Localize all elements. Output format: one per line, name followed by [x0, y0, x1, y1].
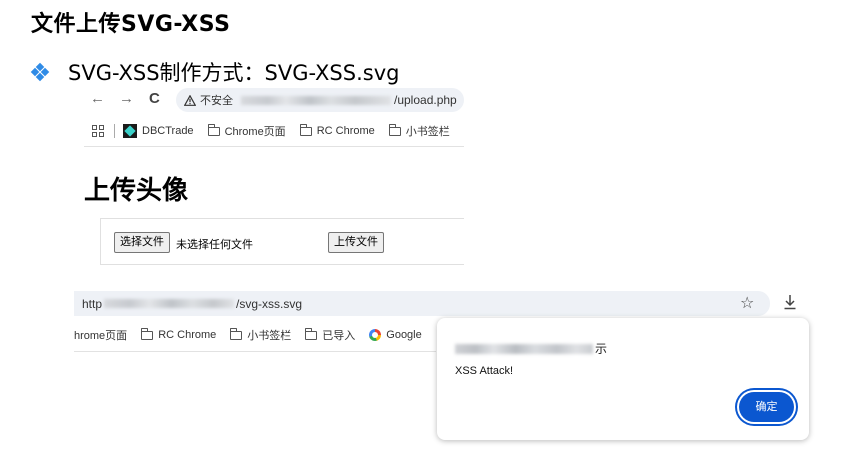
bookmark-dbctrade[interactable]: DBCTrade [123, 124, 194, 138]
reload-icon[interactable]: C [149, 90, 160, 107]
folder-icon [141, 327, 154, 340]
folder-icon [305, 327, 318, 340]
bookmark-label: RC Chrome [316, 125, 375, 137]
google-icon [369, 329, 382, 341]
download-icon[interactable] [783, 294, 797, 310]
bookmarks-bar: DBCTrade Chrome页面 RC Chrome 小书签栏 [84, 120, 464, 142]
not-secure-label: 不安全 [200, 95, 233, 107]
choose-file-button[interactable]: 选择文件 [114, 232, 170, 253]
bookmark-bookmarklets[interactable]: 小书签栏 [230, 327, 291, 343]
folder-icon [230, 327, 243, 340]
alert-dialog: 示 XSS Attack! 确定 [437, 318, 809, 440]
toolbar-divider [84, 146, 464, 147]
bookmark-imported[interactable]: 已导入 [305, 327, 355, 343]
upload-file-button[interactable]: 上传文件 [328, 232, 384, 253]
dbctrade-logo-icon [123, 124, 137, 138]
bookmark-label: Chrome页面 [224, 126, 286, 138]
bullet-row: SVG-XSS制作方式：SVG-XSS.svg [30, 57, 400, 87]
url-tail: /svg-xss.svg [236, 296, 303, 311]
bookmark-rc-chrome[interactable]: RC Chrome [299, 123, 375, 137]
bookmark-label: Google [386, 329, 422, 341]
bookmark-rc-chrome[interactable]: RC Chrome [141, 327, 217, 341]
bookmarks-bar-2: hrome页面 RC Chrome 小书签栏 已导入 Google [74, 326, 436, 344]
slide-title: 文件上传SVG-XSS [31, 12, 231, 37]
bookmark-chrome-pages[interactable]: Chrome页面 [207, 123, 286, 139]
folder-icon [299, 123, 312, 136]
bookmark-label: 已导入 [322, 330, 356, 342]
address-bar[interactable]: 不安全 /upload.php [176, 88, 464, 112]
redacted-url-segment [241, 95, 391, 105]
bookmark-label: hrome页面 [74, 330, 128, 342]
redacted-url-segment [104, 299, 235, 308]
bookmark-chrome-pages[interactable]: hrome页面 [74, 327, 127, 343]
forward-arrow-icon[interactable]: → [119, 90, 134, 107]
bookmark-label: 小书签栏 [247, 330, 292, 342]
bookmark-google[interactable]: Google [369, 329, 422, 341]
dialog-message: XSS Attack! [455, 365, 514, 377]
diamond-bullet-icon [30, 62, 50, 82]
ok-button[interactable]: 确定 [739, 392, 794, 422]
upload-page-screenshot: ← → C 不安全 /upload.php DBCTrade Chrome页面 … [84, 86, 464, 266]
bookmark-bookmarklets[interactable]: 小书签栏 [388, 123, 450, 139]
bookmark-star-icon[interactable]: ☆ [740, 293, 754, 313]
url-head: http [82, 296, 103, 311]
upload-form: 选择文件 未选择任何文件 上传文件 [100, 218, 464, 265]
browser-toolbar: ← → C 不安全 /upload.php [84, 86, 464, 114]
bookmark-label: 小书签栏 [405, 126, 450, 138]
dialog-title: 示 [455, 340, 607, 357]
warning-triangle-icon [184, 94, 196, 106]
toolbar-divider [74, 351, 436, 352]
no-file-chosen-text: 未选择任何文件 [176, 239, 253, 251]
folder-icon [388, 123, 401, 136]
bookmark-label: RC Chrome [158, 329, 217, 341]
apps-grid-icon[interactable] [92, 125, 104, 137]
back-arrow-icon[interactable]: ← [90, 90, 105, 107]
folder-icon [207, 123, 220, 136]
dialog-title-suffix: 示 [595, 342, 608, 356]
address-bar-svg[interactable]: http /svg-xss.svg [74, 291, 770, 316]
redacted-origin [455, 343, 593, 354]
url-tail: /upload.php [394, 93, 457, 107]
bookmark-separator [114, 124, 115, 138]
bullet-text: SVG-XSS制作方式：SVG-XSS.svg [68, 61, 400, 85]
bookmark-label: DBCTrade [142, 125, 194, 137]
page-heading: 上传头像 [84, 176, 189, 206]
